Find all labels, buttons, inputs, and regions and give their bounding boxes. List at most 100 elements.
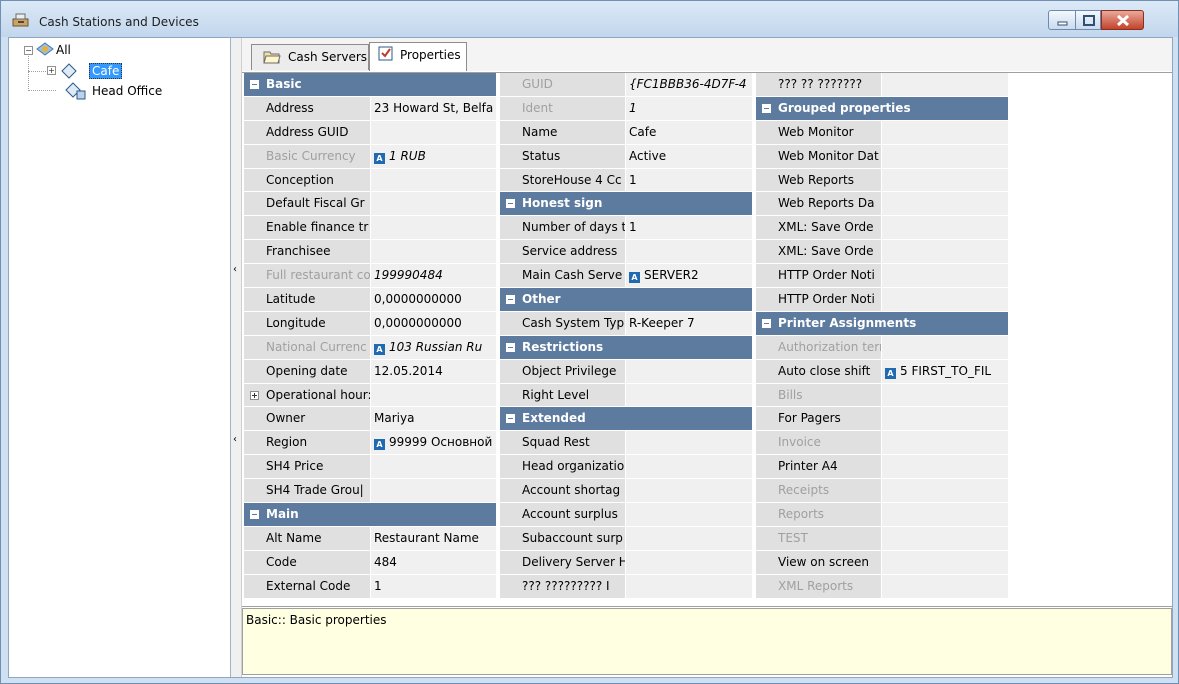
property-value[interactable] [625,550,752,575]
property-row[interactable]: Code 484 [244,550,496,575]
property-name[interactable]: Receipts [756,479,881,504]
property-name[interactable]: XML: Save Orde [756,240,881,265]
tree-item-all[interactable]: All [56,43,71,57]
property-row[interactable]: Franchisee [244,240,496,265]
property-row[interactable]: Web Monitor Dat [756,144,1008,169]
property-value[interactable] [370,216,496,241]
property-row[interactable]: Web Reports [756,168,1008,193]
property-row[interactable]: For Pagers [756,407,1008,432]
property-value[interactable]: 1 [625,96,752,121]
property-value[interactable]: 0,0000000000 [370,311,496,336]
property-value[interactable] [370,479,496,504]
property-value[interactable] [881,288,1008,312]
panel-splitter[interactable]: ‹ ‹ [231,38,242,677]
property-name[interactable]: Reports [756,503,881,527]
property-row[interactable]: Auto close shift A 5 FIRST_TO_FIL [756,359,1008,384]
close-button[interactable] [1101,10,1144,30]
category-header[interactable]: Honest sign [500,192,752,217]
property-row[interactable]: ??? ?? ??????? [756,73,1008,97]
property-value[interactable] [881,192,1008,217]
collapse-category-icon[interactable] [506,414,515,424]
property-name[interactable]: GUID [500,73,625,97]
property-value[interactable] [881,574,1008,599]
category-header[interactable]: Extended [500,407,752,432]
property-name[interactable]: For Pagers [756,407,881,432]
property-row[interactable]: Conception [244,168,496,193]
property-value[interactable] [625,526,752,551]
property-value[interactable] [881,144,1008,169]
property-value[interactable] [625,503,752,527]
property-value[interactable] [881,455,1008,480]
property-value[interactable] [881,73,1008,97]
property-row[interactable]: Opening date 12.05.2014 [244,359,496,384]
title-bar[interactable]: Cash Stations and Devices [1,1,1178,37]
property-row[interactable]: Ident 1 [500,96,752,121]
property-name[interactable]: Opening date [244,359,370,384]
property-name[interactable]: Address [244,96,370,121]
collapse-all-toggle[interactable]: − [24,46,33,55]
property-name[interactable]: ??? ?? ??????? [756,73,881,97]
property-value[interactable]: {FC1BBB36-4D7F-4 [625,73,752,97]
property-value[interactable]: A 1 RUB [370,144,496,169]
expand-property-icon[interactable] [250,390,259,400]
property-row[interactable]: Printer A4 [756,455,1008,480]
tab-properties[interactable]: Properties [369,42,467,71]
station-tree[interactable]: − All + Cafe Head Office [9,38,231,677]
property-value[interactable] [881,550,1008,575]
property-row[interactable]: Region A 99999 Основной [244,431,496,456]
property-name[interactable]: Enable finance tr [244,216,370,241]
property-row[interactable]: External Code 1 [244,574,496,599]
tree-item-cafe[interactable]: Cafe [89,63,123,79]
collapse-category-icon[interactable] [506,342,515,352]
property-row[interactable]: Main Cash Serve A SERVER2 [500,264,752,289]
property-row[interactable]: XML: Save Orde [756,240,1008,265]
property-row[interactable]: SH4 Price [244,455,496,480]
property-row[interactable]: View on screen [756,550,1008,575]
property-value[interactable] [370,120,496,145]
property-value[interactable] [625,479,752,504]
property-name[interactable]: Status [500,144,625,169]
property-value[interactable] [625,240,752,265]
property-row[interactable]: Authorization terr [756,335,1008,360]
property-value[interactable]: 23 Howard St, Belfa [370,96,496,121]
property-row[interactable]: Bills [756,383,1008,408]
property-name[interactable]: Latitude [244,288,370,312]
property-row[interactable]: Number of days t 1 [500,216,752,241]
property-row[interactable]: Invoice [756,431,1008,456]
property-name[interactable]: Account surplus [500,503,625,527]
property-row[interactable]: Operational hour: [244,383,496,408]
collapse-category-icon[interactable] [250,510,259,520]
property-name[interactable]: External Code [244,574,370,599]
property-value[interactable]: A SERVER2 [625,264,752,289]
property-value[interactable]: 0,0000000000 [370,288,496,312]
property-name[interactable]: Code [244,550,370,575]
property-name[interactable]: Conception [244,168,370,193]
property-name[interactable]: Object Privilege [500,359,625,384]
property-row[interactable]: ??? ????????? I [500,574,752,599]
property-name[interactable]: Basic Currency [244,144,370,169]
property-value[interactable] [370,168,496,193]
property-name[interactable]: StoreHouse 4 Cc [500,168,625,193]
property-row[interactable]: National Currenc A 103 Russian Ru [244,335,496,360]
property-name[interactable]: Subaccount surp [500,526,625,551]
property-row[interactable]: Latitude 0,0000000000 [244,288,496,312]
property-value[interactable]: 484 [370,550,496,575]
property-name[interactable]: Region [244,431,370,456]
expand-cafe-toggle[interactable]: + [47,66,56,75]
property-row[interactable]: Delivery Server H [500,550,752,575]
collapse-category-icon[interactable] [506,295,515,305]
property-row[interactable]: Web Reports Da [756,192,1008,217]
property-name[interactable]: Owner [244,407,370,432]
property-name[interactable]: Web Monitor [756,120,881,145]
property-name[interactable]: Full restaurant co [244,264,370,289]
property-value[interactable]: 1 [625,216,752,241]
property-value[interactable]: Mariya [370,407,496,432]
property-value[interactable]: 12.05.2014 [370,359,496,384]
property-value[interactable]: 1 [370,574,496,599]
property-row[interactable]: Right Level [500,383,752,408]
category-header[interactable]: Grouped properties [756,96,1008,121]
property-name[interactable]: Printer A4 [756,455,881,480]
property-value[interactable] [881,216,1008,241]
property-name[interactable]: Web Reports [756,168,881,193]
property-row[interactable]: Account surplus [500,503,752,527]
